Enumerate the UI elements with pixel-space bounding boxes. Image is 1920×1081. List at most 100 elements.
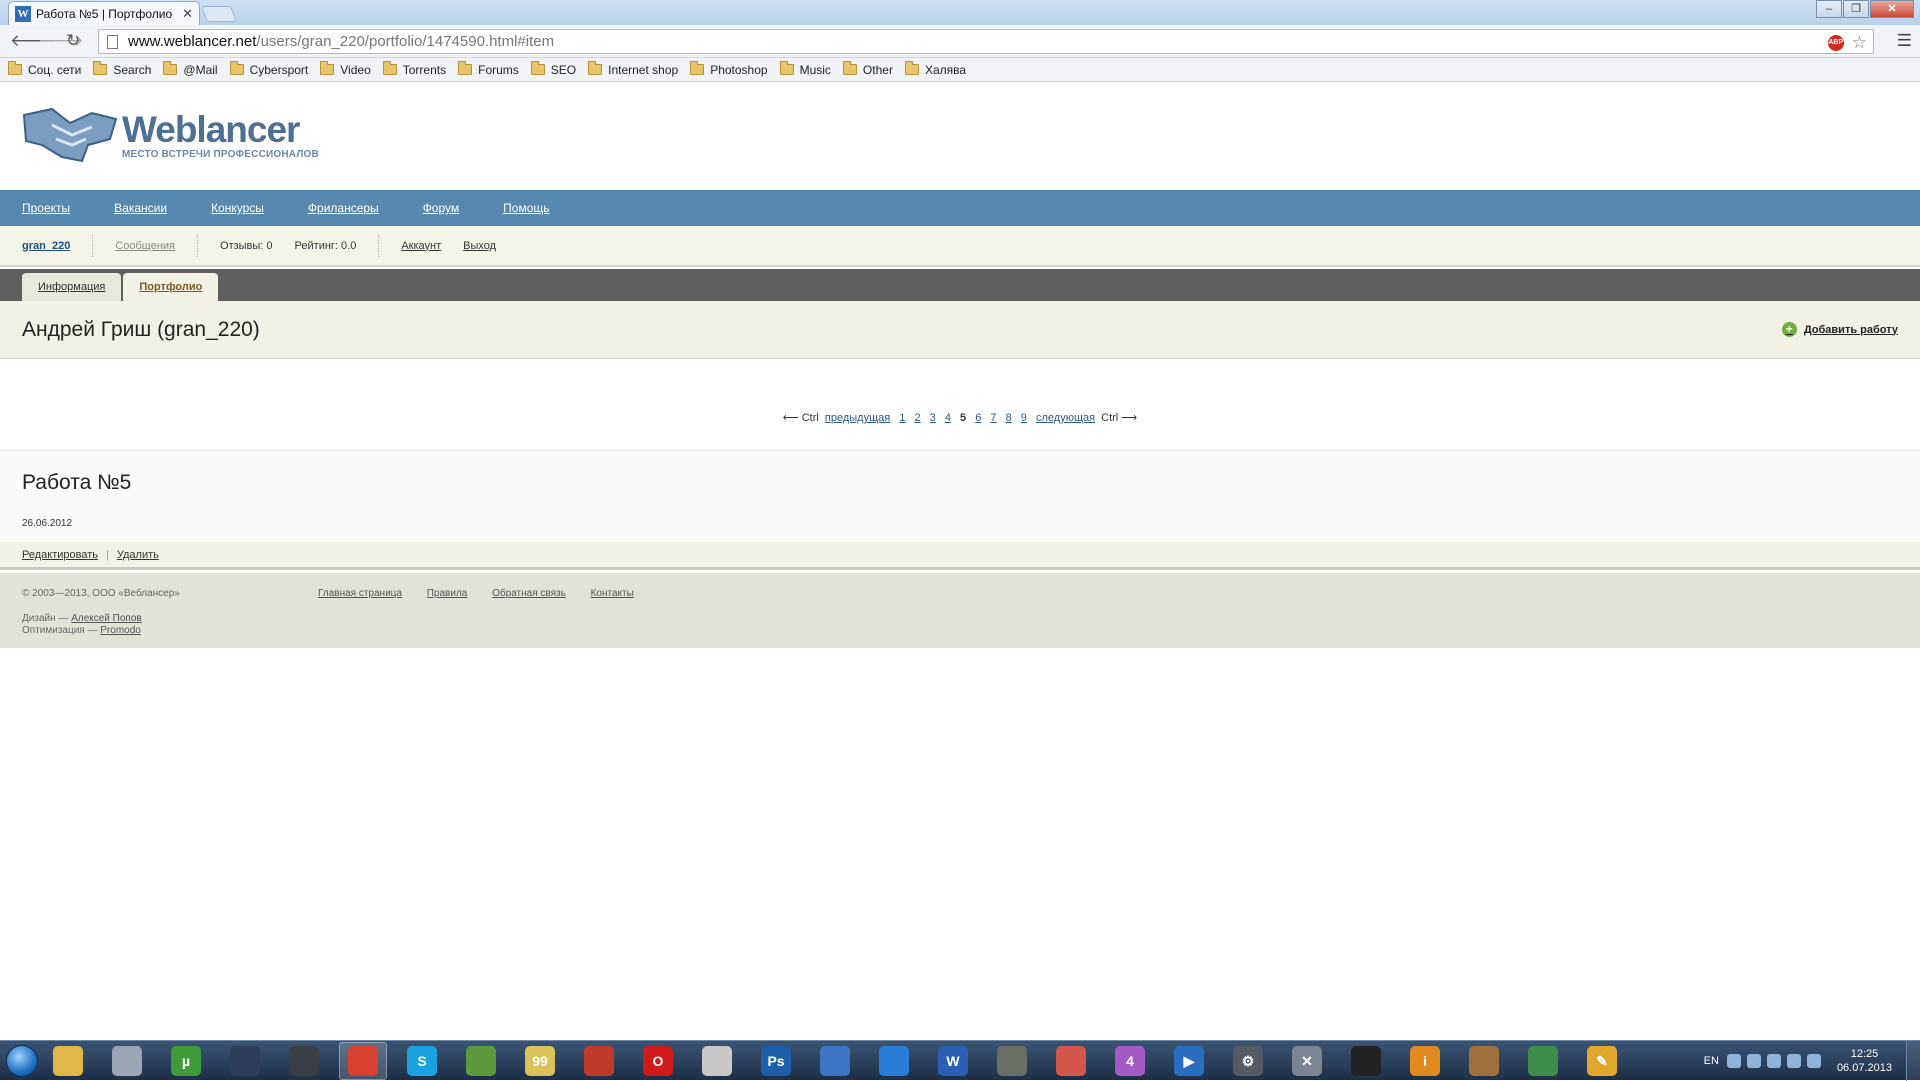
taskbar-app-button[interactable]: µ bbox=[162, 1042, 210, 1080]
taskbar-app-button[interactable] bbox=[988, 1042, 1036, 1080]
optimization-author-link[interactable]: Promodo bbox=[100, 625, 141, 636]
taskbar-app-button[interactable]: 4 bbox=[1106, 1042, 1154, 1080]
start-button[interactable] bbox=[0, 1042, 44, 1080]
taskbar-app-button[interactable] bbox=[1460, 1042, 1508, 1080]
bookmark-item[interactable]: Photoshop bbox=[690, 61, 768, 77]
bookmark-item[interactable]: Cybersport bbox=[229, 61, 308, 77]
address-bar[interactable]: www.weblancer.net/users/gran_220/portfol… bbox=[98, 29, 1874, 54]
next-page-link[interactable]: следующая bbox=[1036, 412, 1095, 424]
taskbar-app-button[interactable]: Ps bbox=[752, 1042, 800, 1080]
taskbar-app-button[interactable] bbox=[811, 1042, 859, 1080]
window-close-button[interactable]: ✕ bbox=[1870, 0, 1914, 18]
design-author-link[interactable]: Алексей Попов bbox=[71, 613, 142, 624]
taskbar-app-button[interactable] bbox=[280, 1042, 328, 1080]
bookmark-item[interactable]: SEO bbox=[530, 61, 576, 77]
bookmark-star-icon[interactable]: ☆ bbox=[1852, 33, 1867, 53]
bookmark-item[interactable]: Other bbox=[842, 61, 893, 77]
nav-freelancers[interactable]: Фрилансеры bbox=[308, 201, 379, 215]
app-red-icon bbox=[584, 1045, 614, 1076]
taskbar-app-button[interactable]: 99 bbox=[516, 1042, 564, 1080]
clock[interactable]: 12:25 06.07.2013 bbox=[1837, 1047, 1892, 1075]
taskbar-app-button[interactable] bbox=[870, 1042, 918, 1080]
language-indicator[interactable]: EN bbox=[1704, 1055, 1719, 1067]
prev-page-link[interactable]: предыдущая bbox=[825, 412, 890, 424]
design-label: Дизайн — bbox=[22, 613, 69, 624]
footer-link-contacts[interactable]: Контакты bbox=[591, 588, 634, 599]
delete-link[interactable]: Удалить bbox=[117, 549, 159, 561]
page-link-7[interactable]: 7 bbox=[990, 412, 996, 424]
page-link-6[interactable]: 6 bbox=[975, 412, 981, 424]
show-desktop-button[interactable] bbox=[1906, 1041, 1920, 1081]
bookmark-item[interactable]: Forums bbox=[458, 61, 519, 77]
account-link[interactable]: Аккаунт bbox=[401, 240, 441, 252]
footer-link-home[interactable]: Главная страница bbox=[318, 588, 402, 599]
taskbar-app-button[interactable]: S bbox=[398, 1042, 446, 1080]
browser-menu-icon[interactable]: ☰ bbox=[1897, 31, 1912, 51]
bookmark-item[interactable]: Torrents bbox=[382, 61, 446, 77]
browser-tab[interactable]: W Работа №5 | Портфолио ✕ bbox=[8, 1, 200, 25]
taskbar-app-button[interactable]: ⚙ bbox=[1224, 1042, 1272, 1080]
nav-help[interactable]: Помощь bbox=[503, 201, 549, 215]
footer-link-feedback[interactable]: Обратная связь bbox=[492, 588, 566, 599]
nav-vacancies[interactable]: Вакансии bbox=[114, 201, 167, 215]
nav-forum[interactable]: Форум bbox=[423, 201, 459, 215]
footer-link-rules[interactable]: Правила bbox=[427, 588, 468, 599]
taskbar-app-button[interactable] bbox=[339, 1041, 387, 1080]
steam-icon bbox=[289, 1045, 319, 1076]
bookmark-item[interactable]: Music bbox=[779, 61, 831, 77]
profile-header: Андрей Гриш (gran_220) + Добавить работу bbox=[0, 301, 1920, 359]
tab-info[interactable]: Информация bbox=[22, 273, 122, 301]
taskbar-app-button[interactable]: W bbox=[929, 1042, 977, 1080]
username-link[interactable]: gran_220 bbox=[22, 240, 70, 252]
taskbar-app-button[interactable] bbox=[457, 1042, 505, 1080]
nav-contests[interactable]: Конкурсы bbox=[211, 201, 264, 215]
folder-icon bbox=[93, 61, 108, 75]
edit-link[interactable]: Редактировать bbox=[22, 549, 98, 561]
taskbar-app-button[interactable]: ✕ bbox=[1283, 1042, 1331, 1080]
maximize-button[interactable]: ❐ bbox=[1843, 0, 1869, 18]
bookmark-item[interactable]: @Mail bbox=[163, 61, 218, 77]
adblock-icon[interactable]: ABP bbox=[1827, 35, 1844, 51]
nav-projects[interactable]: Проекты bbox=[22, 201, 70, 215]
page-link-8[interactable]: 8 bbox=[1006, 412, 1012, 424]
taskbar-app-button[interactable] bbox=[1047, 1042, 1095, 1080]
page-link-9[interactable]: 9 bbox=[1021, 412, 1027, 424]
handshake-logo-icon bbox=[22, 107, 118, 163]
taskbar-app-button[interactable] bbox=[1342, 1042, 1390, 1080]
bookmark-item[interactable]: Internet shop bbox=[588, 61, 678, 77]
page-link-3[interactable]: 3 bbox=[930, 412, 936, 424]
minimize-button[interactable]: – bbox=[1816, 0, 1842, 18]
site-logo[interactable]: Weblancer МЕСТО ВСТРЕЧИ ПРОФЕССИОНАЛОВ bbox=[22, 105, 319, 165]
reload-icon[interactable]: ↻ bbox=[66, 31, 80, 51]
page-link-1[interactable]: 1 bbox=[899, 412, 905, 424]
taskbar-app-button[interactable]: O bbox=[634, 1042, 682, 1080]
tab-close-icon[interactable]: ✕ bbox=[182, 6, 193, 22]
taskbar-app-button[interactable] bbox=[693, 1042, 741, 1080]
page-link-2[interactable]: 2 bbox=[914, 412, 920, 424]
volume-icon[interactable] bbox=[1786, 1054, 1801, 1068]
flag-icon[interactable] bbox=[1766, 1054, 1781, 1068]
new-tab-button[interactable] bbox=[201, 6, 237, 22]
taskbar-app-button[interactable] bbox=[103, 1042, 151, 1080]
logout-link[interactable]: Выход bbox=[463, 240, 496, 252]
plus-icon: + bbox=[1781, 322, 1797, 337]
add-work-button[interactable]: + Добавить работу bbox=[1781, 322, 1898, 337]
help-icon[interactable] bbox=[1726, 1054, 1741, 1068]
messages-link[interactable]: Сообщения bbox=[115, 240, 175, 252]
tab-portfolio[interactable]: Портфолио bbox=[123, 273, 219, 301]
page-link-4[interactable]: 4 bbox=[945, 412, 951, 424]
taskbar-app-button[interactable]: ✎ bbox=[1578, 1042, 1626, 1080]
network-icon[interactable] bbox=[1746, 1054, 1761, 1068]
power-icon[interactable] bbox=[1806, 1054, 1821, 1068]
bookmark-item[interactable]: Соц. сети bbox=[8, 61, 81, 77]
taskbar-app-button[interactable] bbox=[575, 1042, 623, 1080]
bookmark-item[interactable]: Search bbox=[93, 61, 151, 77]
taskbar-app-button[interactable] bbox=[44, 1042, 92, 1080]
taskbar-app-button[interactable]: i bbox=[1401, 1042, 1449, 1080]
bookmark-item[interactable]: Халява bbox=[904, 61, 966, 77]
taskbar-app-button[interactable]: ▶ bbox=[1165, 1042, 1213, 1080]
bookmark-item[interactable]: Video bbox=[320, 61, 371, 77]
app-swirl-icon bbox=[1351, 1045, 1381, 1076]
taskbar-app-button[interactable] bbox=[1519, 1042, 1567, 1080]
taskbar-app-button[interactable] bbox=[221, 1042, 269, 1080]
